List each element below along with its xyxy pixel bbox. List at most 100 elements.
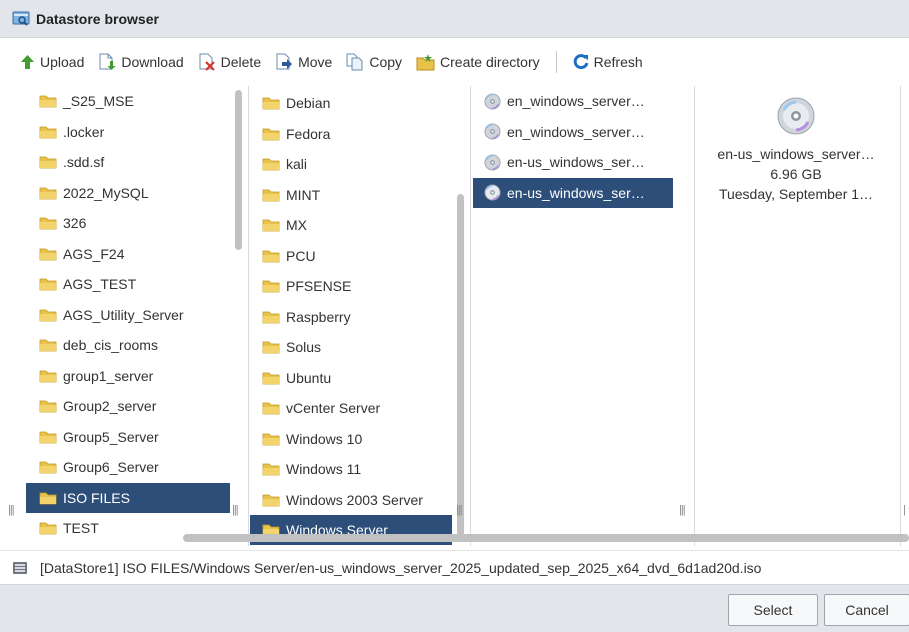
iso-file-item[interactable]: en_windows_server… <box>473 86 673 116</box>
download-button[interactable]: Download <box>98 53 184 71</box>
datastore-browser-columns: _S25_MSE .locker .sdd.sf 2022_MySQL 326 AGS_F… <box>0 86 909 546</box>
datastore-folder-item[interactable]: Group6_Server <box>26 452 230 482</box>
datastore-folder-column[interactable]: _S25_MSE .locker .sdd.sf 2022_MySQL 326 AGS_F… <box>26 86 230 546</box>
folder-icon <box>262 463 280 476</box>
folder-icon <box>39 217 57 230</box>
refresh-button[interactable]: Refresh <box>573 54 643 70</box>
iso-folder-item-label: Debian <box>286 95 331 111</box>
iso-file-item-label: en-us_windows_ser… <box>507 154 645 170</box>
folder-icon <box>39 431 57 443</box>
disc-icon <box>484 184 501 201</box>
move-button[interactable]: Move <box>275 53 332 71</box>
iso-folder-column[interactable]: Debian Fedora kali MINT MX PCU PFSENSE Raspberr… <box>250 86 452 546</box>
iso-folder-item-label: Fedora <box>286 125 331 142</box>
upload-icon <box>21 55 34 69</box>
delete-button[interactable]: Delete <box>198 53 261 71</box>
move-label: Move <box>298 54 333 70</box>
iso-folder-item-label: PFSENSE <box>286 278 352 294</box>
copy-icon <box>346 53 363 71</box>
column-resize-handle[interactable]: ||| <box>456 504 463 516</box>
datastore-folder-item-label: Group6_Server <box>63 459 159 475</box>
iso-folder-item-label: Windows 2003 Server <box>286 491 423 508</box>
iso-folder-item[interactable]: Windows 2003 Server <box>250 485 452 515</box>
iso-folder-item-label: MINT <box>286 186 321 203</box>
datastore-folder-item-label: TEST <box>63 520 99 536</box>
iso-folder-item[interactable]: Windows 10 <box>250 424 452 454</box>
column-divider <box>694 86 695 546</box>
file-column[interactable]: en_windows_server… en_windows_server… en-u… <box>473 86 673 546</box>
folder-icon <box>39 309 57 321</box>
iso-folder-item[interactable]: Raspberry <box>250 302 452 332</box>
iso-file-item[interactable]: en-us_windows_ser… <box>473 147 673 177</box>
iso-folder-item[interactable]: PCU <box>250 241 452 271</box>
datastore-folder-item[interactable]: deb_cis_rooms <box>26 330 230 360</box>
column-resize-handle[interactable]: | <box>903 504 906 516</box>
iso-file-item-label: en_windows_server… <box>507 93 645 109</box>
iso-folder-item-label: Solus <box>286 339 322 355</box>
datastore-folder-item[interactable]: Group2_server <box>26 391 230 421</box>
iso-folder-item[interactable]: vCenter Server <box>250 393 452 423</box>
folder-icon <box>262 311 280 323</box>
iso-folder-item[interactable]: Debian <box>250 88 452 118</box>
folder-icon <box>262 402 280 415</box>
iso-file-item[interactable]: en-us_windows_ser… <box>473 177 673 208</box>
datastore-folder-item[interactable]: _S25_MSE <box>26 86 230 116</box>
iso-folder-item[interactable]: PFSENSE <box>250 271 452 301</box>
datastore-folder-item[interactable]: AGS_TEST <box>26 269 230 299</box>
iso-folder-item[interactable]: Solus <box>250 332 452 362</box>
datastore-folder-item[interactable]: ISO FILES <box>26 482 230 513</box>
datastore-column-scrollbar[interactable] <box>235 90 242 250</box>
iso-folder-item[interactable]: Fedora <box>250 119 452 149</box>
iso-folder-item[interactable]: MINT <box>250 180 452 210</box>
folder-icon <box>262 158 280 171</box>
column-resize-handle[interactable]: ||| <box>232 504 239 516</box>
datastore-folder-item[interactable]: Group5_Server <box>26 422 230 452</box>
iso-folder-item-label: Ubuntu <box>286 369 332 386</box>
datastore-folder-item[interactable]: AGS_Utility_Server <box>26 300 230 330</box>
iso-folder-item-label: PCU <box>286 247 316 264</box>
iso-file-item-label: en-us_windows_ser… <box>507 184 645 201</box>
window-title: Datastore browser <box>36 10 159 27</box>
iso-folder-item[interactable]: Windows 11 <box>250 454 452 484</box>
selected-path-bar: [DataStore1] ISO FILES/Windows Server/en… <box>0 550 909 584</box>
column-divider <box>248 86 249 546</box>
upload-button[interactable]: Upload <box>20 54 84 70</box>
datastore-folder-item-label: _S25_MSE <box>63 93 134 109</box>
folder-icon <box>39 400 57 413</box>
datastore-folder-item[interactable]: AGS_F24 <box>26 239 230 269</box>
title-bar: Datastore browser <box>0 0 909 38</box>
move-icon <box>276 53 293 70</box>
iso-folder-item-label: Windows 10 <box>286 430 363 447</box>
cancel-button[interactable]: Cancel <box>824 594 909 626</box>
column-resize-handle[interactable]: ||| <box>8 504 15 516</box>
datastore-folder-item-label: .sdd.sf <box>63 154 105 170</box>
toolbar-separator <box>555 51 557 73</box>
datastore-folder-item[interactable]: 326 <box>26 208 230 238</box>
datastore-folder-item[interactable]: .locker <box>26 117 230 147</box>
folder-icon <box>262 189 280 201</box>
file-modified: Tuesday, September 1… <box>718 186 874 202</box>
folder-icon <box>262 128 280 140</box>
datastore-folder-item[interactable]: 2022_MySQL <box>26 178 230 208</box>
copy-label: Copy <box>369 54 403 70</box>
folder-icon <box>39 187 57 199</box>
iso-file-item[interactable]: en_windows_server… <box>473 117 673 147</box>
datastore-folder-item[interactable]: .sdd.sf <box>26 147 230 177</box>
iso-column-scrollbar[interactable] <box>457 194 464 539</box>
datastore-folder-item[interactable]: group1_server <box>26 361 230 391</box>
iso-folder-item[interactable]: Ubuntu <box>250 363 452 393</box>
select-button[interactable]: Select <box>728 594 818 626</box>
horizontal-scrollbar[interactable] <box>183 534 909 542</box>
iso-folder-item[interactable]: MX <box>250 210 452 240</box>
disc-icon <box>484 123 501 140</box>
copy-button[interactable]: Copy <box>346 53 402 71</box>
column-resize-handle[interactable]: ||| <box>679 504 686 516</box>
folder-icon <box>39 370 57 382</box>
iso-folder-item[interactable]: kali <box>250 149 452 179</box>
iso-folder-item-label: kali <box>286 156 308 172</box>
create-directory-button[interactable]: Create directory <box>416 53 540 71</box>
disc-icon <box>484 92 501 110</box>
folder-icon <box>262 250 280 262</box>
delete-icon <box>199 53 215 71</box>
datastore-folder-item-label: ISO FILES <box>63 489 130 506</box>
